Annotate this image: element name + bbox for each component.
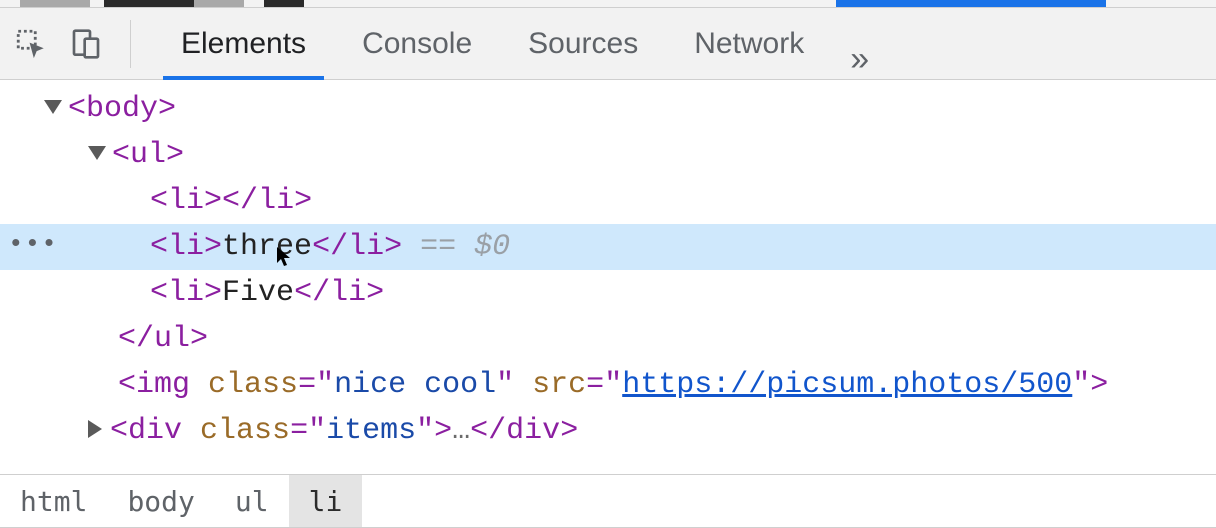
- disclosure-triangle-icon[interactable]: [88, 420, 102, 438]
- img-src-link[interactable]: https://picsum.photos/500: [622, 362, 1072, 409]
- dom-node-li-five[interactable]: <li>Five</li>: [0, 270, 1216, 316]
- device-toggle-icon[interactable]: [70, 27, 102, 61]
- dom-node-li-three[interactable]: <li>three</li> == $0: [0, 224, 1216, 270]
- dom-node-body[interactable]: <body>: [0, 86, 1216, 132]
- devtools-tabs: Elements Console Sources Network »: [153, 8, 1202, 79]
- tab-sources[interactable]: Sources: [500, 8, 666, 79]
- selected-node-indicator: •••: [8, 224, 58, 264]
- devtools-toolbar: Elements Console Sources Network »: [0, 8, 1216, 80]
- dom-node-ul-close[interactable]: </ul>: [0, 316, 1216, 362]
- dom-node-ul[interactable]: <ul>: [0, 132, 1216, 178]
- window-edge-stub: [0, 0, 1216, 8]
- tab-label: Sources: [528, 27, 638, 61]
- console-reference-marker: == $0: [402, 224, 510, 271]
- breadcrumb-ul[interactable]: ul: [215, 475, 289, 527]
- disclosure-triangle-icon[interactable]: [88, 146, 106, 160]
- mouse-cursor-icon: [276, 246, 292, 268]
- tab-network[interactable]: Network: [666, 8, 832, 79]
- tab-label: Console: [362, 27, 472, 61]
- dom-node-li-empty[interactable]: <li></li>: [0, 178, 1216, 224]
- breadcrumb-body[interactable]: body: [107, 475, 214, 527]
- dom-node-img[interactable]: <img class="nice cool" src="https://pics…: [0, 362, 1216, 408]
- inspect-element-icon[interactable]: [14, 27, 48, 61]
- tab-console[interactable]: Console: [334, 8, 500, 79]
- breadcrumb-li[interactable]: li: [289, 475, 363, 527]
- elements-dom-tree[interactable]: <body> <ul> <li></li> ••• <li>three</li>…: [0, 80, 1216, 474]
- tab-label: Elements: [181, 27, 306, 61]
- tabs-overflow-icon[interactable]: »: [832, 40, 889, 79]
- breadcrumb-html[interactable]: html: [0, 475, 107, 527]
- tab-label: Network: [694, 27, 804, 61]
- dom-node-div-items[interactable]: <div class="items">…</div>: [0, 408, 1216, 454]
- tab-elements[interactable]: Elements: [153, 8, 334, 79]
- breadcrumb-bar: html body ul li: [0, 474, 1216, 528]
- disclosure-triangle-icon[interactable]: [44, 100, 62, 114]
